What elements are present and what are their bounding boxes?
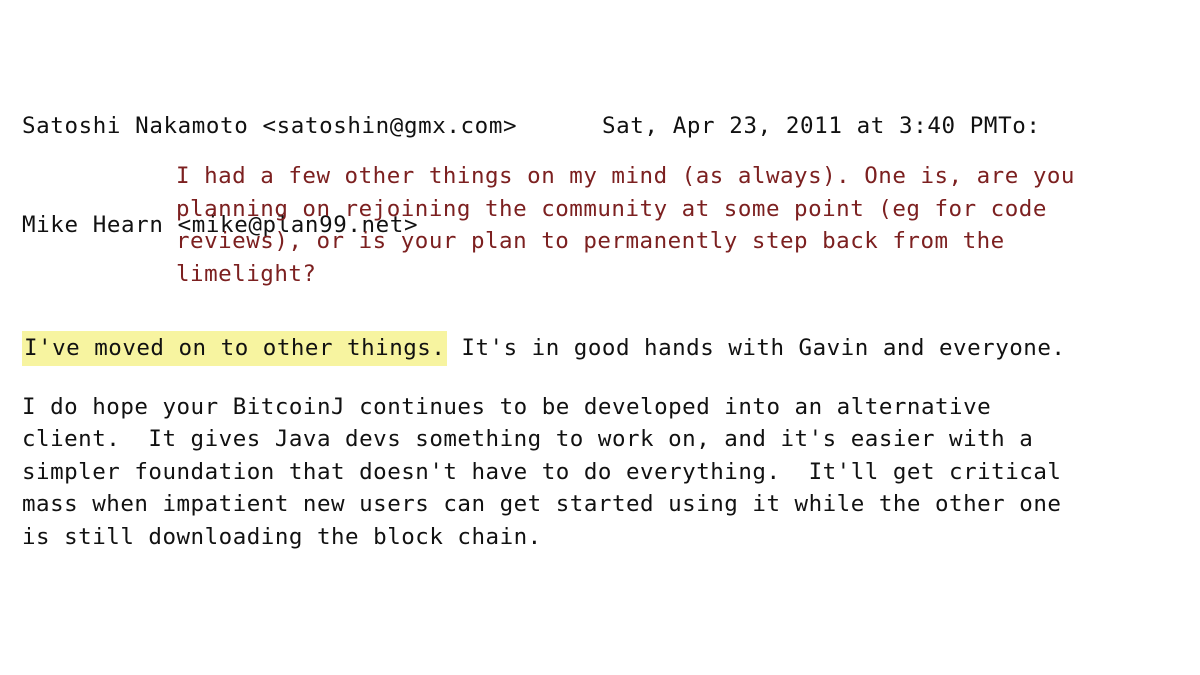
reply-paragraph-line: I do hope your BitcoinJ continues to be …: [22, 393, 992, 420]
reply-paragraph-line: is still downloading the block chain.: [22, 523, 542, 550]
reply-body-block: I've moved on to other things. It's in g…: [22, 331, 1192, 553]
email-screenshot-page: Satoshi Nakamoto <satoshin@gmx.com> Sat,…: [0, 0, 1200, 675]
reply-paragraph-line: mass when impatient new users can get st…: [22, 491, 1062, 517]
quoted-line: I had a few other things on my mind (as …: [176, 163, 1075, 189]
reply-highlight-line: I've moved on to other things. It's in g…: [22, 331, 1192, 366]
reply-paragraph-line: client. It gives Java devs something to …: [22, 426, 1034, 452]
quoted-line: limelight?: [176, 260, 317, 287]
quoted-message-block: I had a few other things on my mind (as …: [176, 160, 1186, 290]
quoted-line: reviews), or is your plan to permanently…: [176, 228, 1005, 254]
highlight-line-remainder: It's in good hands with Gavin and everyo…: [447, 335, 1066, 361]
quoted-line: planning on rejoining the community at s…: [176, 195, 1047, 222]
reply-paragraph-line: simpler foundation that doesn't have to …: [22, 458, 1062, 485]
email-header-line-1: Satoshi Nakamoto <satoshin@gmx.com> Sat,…: [22, 113, 1041, 139]
highlighted-sentence: I've moved on to other things.: [22, 331, 448, 366]
